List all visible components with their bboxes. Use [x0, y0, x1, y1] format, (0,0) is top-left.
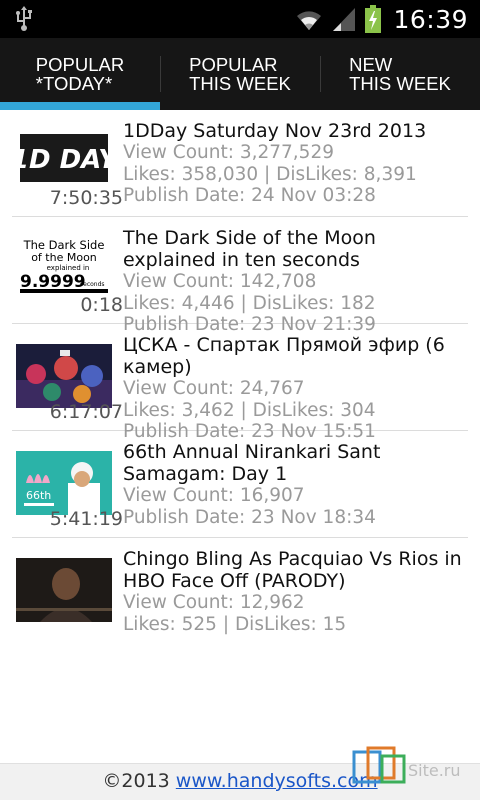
video-item[interactable]: 6:17:07 ЦСКА - Спартак Прямой эфир (6 ка…	[12, 324, 468, 442]
tab-bar: POPULAR *TODAY* POPULAR THIS WEEK NEW TH…	[0, 38, 480, 110]
footer: ©2013 www.handysofts.com Site.ru	[0, 746, 480, 800]
video-item[interactable]: The Dark Side of the Moon explained in 9…	[12, 217, 468, 335]
video-duration: 6:17:07	[49, 401, 123, 423]
video-title: 1DDay Saturday Nov 23rd 2013	[123, 120, 427, 142]
clock: 16:39	[393, 4, 468, 34]
view-count: View Count: 24,767	[123, 378, 305, 399]
video-info: 66th Annual Nirankari Sant Samagam: Day …	[123, 441, 468, 528]
logo-text: Site.ru	[408, 761, 461, 780]
website-link[interactable]: www.handysofts.com	[176, 770, 378, 792]
video-title: Chingo Bling As Pacquiao Vs Rios in HBO …	[123, 548, 462, 592]
video-info: Chingo Bling As Pacquiao Vs Rios in HBO …	[123, 548, 468, 635]
video-duration: 7:50:35	[49, 187, 123, 209]
publish-date: Publish Date: 24 Nov 03:28	[123, 185, 376, 206]
status-bar: 16:39	[0, 0, 480, 38]
video-title: ЦСКА - Спартак Прямой эфир (6 камер)	[123, 334, 445, 378]
usb-icon	[16, 6, 32, 31]
tab-label: POPULAR THIS WEEK	[189, 54, 291, 94]
view-count: View Count: 142,708	[123, 271, 317, 292]
thumbnail-text: of the Moon	[31, 251, 97, 264]
signal-icon	[333, 8, 356, 31]
view-count: View Count: 3,277,529	[123, 142, 334, 163]
likes-dislikes: Likes: 3,462 | DisLikes: 304	[123, 399, 376, 421]
video-info: ЦСКА - Спартак Прямой эфир (6 камер) Vie…	[123, 334, 468, 443]
tab-new-this-week[interactable]: NEW THIS WEEK	[320, 38, 480, 110]
tab-popular-this-week[interactable]: POPULAR THIS WEEK	[160, 38, 320, 110]
view-count: View Count: 12,962	[123, 592, 305, 613]
video-item[interactable]: Chingo Bling As Pacquiao Vs Rios in HBO …	[12, 538, 468, 645]
video-thumbnail	[16, 554, 112, 626]
video-title: The Dark Side of the Moon explained in t…	[123, 227, 376, 271]
publish-date: Publish Date: 23 Nov 18:34	[123, 506, 376, 528]
tab-label: NEW THIS WEEK	[349, 54, 451, 94]
thumbnail-text: explained in	[47, 264, 90, 272]
thumbnail-text: seconds	[80, 281, 105, 288]
wifi-icon	[297, 11, 322, 30]
video-duration: 5:41:19	[49, 508, 123, 530]
video-title: 66th Annual Nirankari Sant Samagam: Day …	[123, 441, 381, 485]
likes-dislikes: Likes: 525 | DisLikes: 15	[123, 613, 347, 635]
video-info: 1DDay Saturday Nov 23rd 2013 View Count:…	[123, 120, 468, 207]
video-item[interactable]: 1D DAY 7:50:35 1DDay Saturday Nov 23rd 2…	[12, 110, 468, 217]
likes-dislikes: Likes: 358,030 | DisLikes: 8,391	[123, 163, 417, 185]
tab-label: POPULAR *TODAY*	[35, 54, 125, 94]
tab-popular-today[interactable]: POPULAR *TODAY*	[0, 38, 160, 110]
thumbnail-text: 1D DAY	[16, 145, 112, 175]
view-count: View Count: 16,907	[123, 485, 305, 506]
video-list: 1D DAY 7:50:35 1DDay Saturday Nov 23rd 2…	[0, 110, 480, 645]
copyright-text: ©2013	[102, 770, 176, 792]
watermark-logo: Site.ru	[352, 746, 461, 784]
video-item[interactable]: 66th 5:41:19 66th Annual Nirankari Sant …	[12, 431, 468, 538]
thumbnail-text: The Dark Side	[23, 238, 105, 252]
thumbnail-text: 66th	[26, 489, 51, 502]
video-duration: 0:18	[80, 294, 123, 316]
likes-dislikes: Likes: 4,446 | DisLikes: 182	[123, 292, 376, 314]
video-info: The Dark Side of the Moon explained in t…	[123, 227, 468, 336]
battery-charging-icon	[365, 5, 382, 33]
